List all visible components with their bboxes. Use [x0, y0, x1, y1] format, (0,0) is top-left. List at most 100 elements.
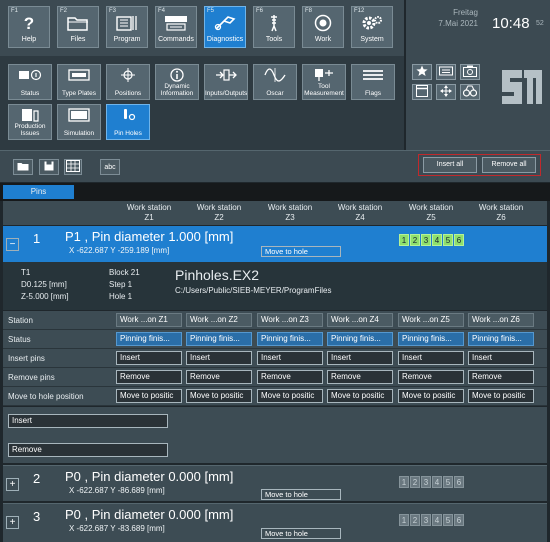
remove-button[interactable]: Remove: [116, 370, 182, 384]
binoculars-button[interactable]: [460, 84, 480, 100]
station-chip[interactable]: 5: [443, 476, 453, 488]
collapse-button[interactable]: −: [6, 238, 19, 251]
ws-title: Work station: [337, 203, 383, 212]
move-button[interactable]: [436, 84, 456, 100]
station-chip[interactable]: 6: [454, 234, 464, 246]
station-chip[interactable]: 6: [454, 514, 464, 526]
move-to-position-button[interactable]: Move to positic: [398, 389, 464, 403]
station-chip[interactable]: 5: [443, 514, 453, 526]
camera-button[interactable]: [460, 64, 480, 80]
remove-button[interactable]: Remove: [327, 370, 393, 384]
station-cell: Work ...on Z2: [186, 313, 252, 327]
nav-files-button[interactable]: F2 Files: [57, 6, 99, 48]
station-chip[interactable]: 1: [399, 476, 409, 488]
subnav-dynamic-info-button[interactable]: Dynamic Information: [155, 64, 199, 100]
station-chip[interactable]: 6: [454, 476, 464, 488]
move-to-position-button[interactable]: Move to positic: [116, 389, 182, 403]
nav-commands-button[interactable]: F4 Commands: [155, 6, 197, 48]
nav-help-button[interactable]: F1 ? Help: [8, 6, 50, 48]
program-icon: [107, 14, 147, 32]
subnav-positions-button[interactable]: Positions: [106, 64, 150, 100]
pin-row[interactable]: + 2 P0 , Pin diameter 0.000 [mm] X -622.…: [3, 465, 547, 501]
tab-pins[interactable]: Pins: [3, 185, 74, 199]
expand-button[interactable]: +: [6, 478, 19, 491]
move-to-position-button[interactable]: Move to positic: [468, 389, 534, 403]
move-to-position-button[interactable]: Move to positic: [186, 389, 252, 403]
subnav-label: Tool Measurement: [304, 83, 344, 97]
subnav-production-issues-button[interactable]: Production Issues: [8, 104, 52, 140]
station-chip[interactable]: 2: [410, 476, 420, 488]
z-depth: Z-5.000 [mm]: [21, 292, 69, 301]
insert-pin-button[interactable]: Insert: [8, 414, 168, 428]
ws-id: Z6: [496, 213, 506, 222]
oscilloscope-icon: [254, 68, 296, 82]
station-chip[interactable]: 2: [410, 234, 420, 246]
subnav-oscar-button[interactable]: Oscar: [253, 64, 297, 100]
nav-tools-button[interactable]: F6 Tools: [253, 6, 295, 48]
subnav-label: Status: [20, 90, 40, 97]
station-chip[interactable]: 4: [432, 476, 442, 488]
remove-button[interactable]: Remove: [468, 370, 534, 384]
insert-all-button[interactable]: Insert all: [423, 157, 477, 173]
help-icon: ?: [9, 14, 49, 32]
station-chip[interactable]: 3: [421, 476, 431, 488]
station-chip[interactable]: 4: [432, 514, 442, 526]
move-to-position-button[interactable]: Move to positic: [257, 389, 323, 403]
insert-remove-panel: Insert Remove: [3, 407, 547, 463]
pin-row-selected[interactable]: − 1 P1 , Pin diameter 1.000 [mm] X -622.…: [3, 226, 547, 262]
keyboard-button[interactable]: [436, 64, 456, 80]
subnav-status-button[interactable]: Status: [8, 64, 52, 100]
nav-program-button[interactable]: F3 Program: [106, 6, 148, 48]
nav-system-button[interactable]: F12 System: [351, 6, 393, 48]
pin-row[interactable]: + 3 P0 , Pin diameter 0.000 [mm] X -622.…: [3, 503, 547, 542]
subnav-pin-holes-button[interactable]: Pin Holes: [106, 104, 150, 140]
tool-number: T1: [21, 268, 31, 277]
window-button[interactable]: [412, 84, 432, 100]
table-view-button[interactable]: [64, 159, 82, 175]
nav-diagnostics-button[interactable]: F5 Diagnostics: [204, 6, 246, 48]
ws-header-z3: Work station Z3: [256, 203, 324, 223]
insert-button[interactable]: Insert: [186, 351, 252, 365]
status-cell: Pinning finis...: [257, 332, 323, 346]
move-to-hole-button[interactable]: Move to hole: [261, 246, 341, 257]
keyboard-abc-button[interactable]: abc: [100, 159, 120, 175]
insert-button[interactable]: Insert: [116, 351, 182, 365]
keyboard-icon: [439, 66, 453, 78]
ws-header-z5: Work station Z5: [397, 203, 465, 223]
program-path: C:/Users/Public/SIEB-MEYER/ProgramFiles: [175, 286, 332, 295]
station-chip[interactable]: 3: [421, 514, 431, 526]
station-chip[interactable]: 4: [432, 234, 442, 246]
subnav-tool-measurement-button[interactable]: Tool Measurement: [302, 64, 346, 100]
insert-button[interactable]: Insert: [468, 351, 534, 365]
insert-button[interactable]: Insert: [398, 351, 464, 365]
expand-button[interactable]: +: [6, 516, 19, 529]
quick-panel: [406, 56, 550, 150]
move-to-position-button[interactable]: Move to positic: [327, 389, 393, 403]
station-chip[interactable]: 1: [399, 514, 409, 526]
insert-button[interactable]: Insert: [327, 351, 393, 365]
table-row-status: Status Pinning finis... Pinning finis...…: [3, 330, 547, 349]
station-chip[interactable]: 5: [443, 234, 453, 246]
subnav-flags-button[interactable]: Flags: [351, 64, 395, 100]
remove-button[interactable]: Remove: [186, 370, 252, 384]
nav-work-button[interactable]: F8 Work: [302, 6, 344, 48]
window-icon: [416, 85, 428, 99]
favorite-button[interactable]: [412, 64, 432, 80]
move-to-hole-button[interactable]: Move to hole: [261, 528, 341, 539]
move-to-hole-button[interactable]: Move to hole: [261, 489, 341, 500]
pin-detail-panel: T1 D0.125 [mm] Z-5.000 [mm] Block 21 Ste…: [3, 262, 547, 310]
pin-holes-icon: [107, 108, 149, 122]
subnav-simulation-button[interactable]: Simulation: [57, 104, 101, 140]
remove-pin-button[interactable]: Remove: [8, 443, 168, 457]
remove-button[interactable]: Remove: [257, 370, 323, 384]
station-chip[interactable]: 2: [410, 514, 420, 526]
remove-button[interactable]: Remove: [398, 370, 464, 384]
station-chip[interactable]: 3: [421, 234, 431, 246]
insert-button[interactable]: Insert: [257, 351, 323, 365]
station-chip[interactable]: 1: [399, 234, 409, 246]
open-button[interactable]: [13, 159, 33, 175]
remove-all-button[interactable]: Remove all: [482, 157, 536, 173]
save-button[interactable]: [39, 159, 59, 175]
subnav-type-plates-button[interactable]: Type Plates: [57, 64, 101, 100]
subnav-inputs-outputs-button[interactable]: Inputs/Outputs: [204, 64, 248, 100]
